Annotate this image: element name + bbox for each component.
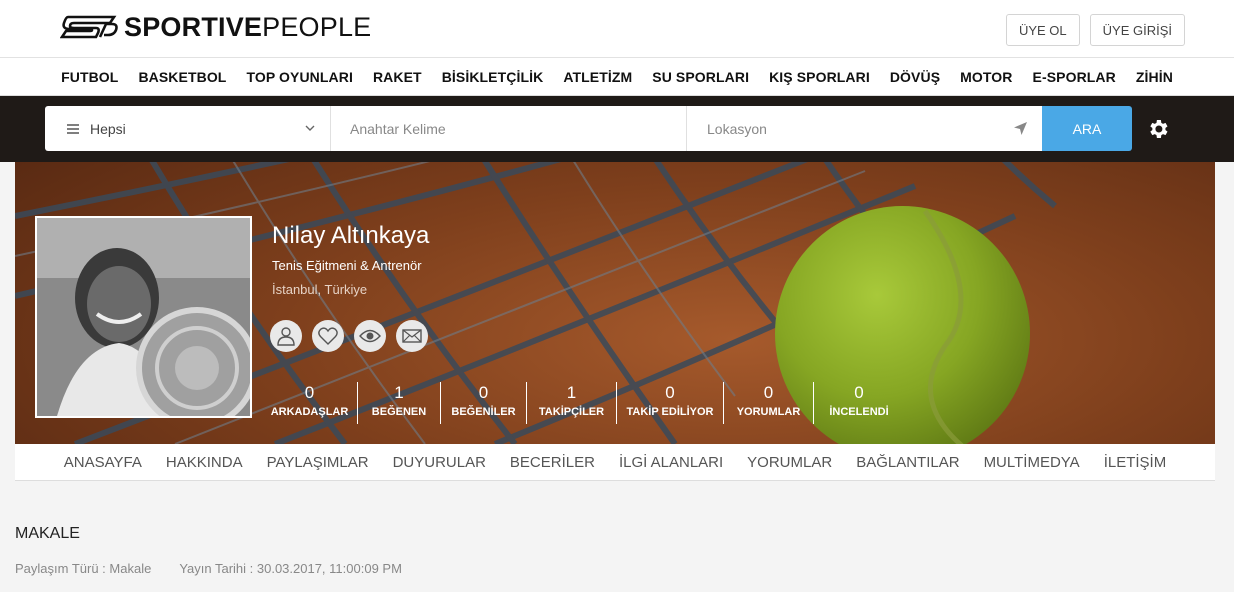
stat-label: BEĞENİLER [451, 406, 516, 418]
user-icon [277, 327, 295, 346]
stat-value: 0 [665, 383, 675, 402]
register-button[interactable]: ÜYE OL [1005, 14, 1080, 46]
envelope-icon [402, 329, 422, 343]
tab-reviews[interactable]: YORUMLAR [747, 454, 832, 471]
stat-label: TAKİP EDİLİYOR [626, 406, 714, 418]
stat-value: 0 [304, 383, 315, 402]
tab-contact[interactable]: İLETİŞİM [1104, 454, 1167, 471]
stat-value: 0 [478, 383, 489, 402]
stat-label: TAKİPÇİLER [538, 406, 605, 418]
category-nav: FUTBOL BASKETBOL TOP OYUNLARI RAKET BİSİ… [0, 58, 1234, 96]
message-button[interactable] [396, 320, 428, 352]
add-friend-button[interactable] [270, 320, 302, 352]
stat-value: 1 [566, 383, 577, 402]
tab-posts[interactable]: PAYLAŞIMLAR [267, 454, 369, 471]
avatar [35, 216, 252, 418]
heart-icon [318, 327, 338, 345]
like-button[interactable] [312, 320, 344, 352]
location-field [687, 106, 1042, 151]
menu-icon [67, 123, 79, 134]
login-button[interactable]: ÜYE GİRİŞİ [1089, 14, 1185, 46]
category-link-kis-sporlari[interactable]: KIŞ SPORLARI [769, 69, 870, 85]
category-link-motor[interactable]: MOTOR [960, 69, 1012, 85]
search-bar: Hepsi ARA [45, 106, 1132, 151]
category-link-bisikletcilik[interactable]: BİSİKLETÇİLİK [442, 69, 544, 85]
stat-following[interactable]: 0 TAKİP EDİLİYOR [617, 382, 724, 424]
stat-label: İNCELENDİ [829, 406, 889, 418]
profile-title: Tenis Eğitmeni & Antrenör [272, 258, 422, 273]
chevron-down-icon [305, 125, 315, 131]
tab-skills[interactable]: BECERİLER [510, 454, 595, 471]
tab-about[interactable]: HAKKINDA [166, 454, 243, 471]
tab-connections[interactable]: BAĞLANTILAR [856, 454, 959, 471]
category-link-atletizm[interactable]: ATLETİZM [563, 69, 632, 85]
section-title: MAKALE [15, 525, 80, 542]
stat-label: YORUMLAR [736, 406, 801, 418]
category-link-zihin[interactable]: ZİHİN [1136, 69, 1173, 85]
category-link-e-sporlar[interactable]: E-SPORLAR [1033, 69, 1116, 85]
category-select-value: Hepsi [90, 120, 126, 137]
follow-button[interactable] [354, 320, 386, 352]
site-wordmark: SPORTIVEPEOPLE [124, 12, 372, 42]
stat-value: 0 [763, 383, 774, 402]
tab-announcements[interactable]: DUYURULAR [393, 454, 486, 471]
share-type: Paylaşım Türü : Makale [15, 561, 152, 576]
eye-icon [359, 329, 381, 343]
stat-viewed[interactable]: 0 İNCELENDİ [814, 382, 904, 424]
stat-followers[interactable]: 1 TAKİPÇİLER [527, 382, 617, 424]
category-link-dovus[interactable]: DÖVÜŞ [890, 69, 940, 85]
stat-value: 1 [394, 383, 404, 402]
category-select[interactable]: Hepsi [45, 106, 331, 151]
profile-location: İstanbul, Türkiye [272, 282, 368, 297]
category-link-basketbol[interactable]: BASKETBOL [138, 69, 226, 85]
stat-value: 0 [854, 383, 864, 402]
profile-name: Nilay Altınkaya [272, 222, 430, 249]
sp-logo-icon [60, 15, 118, 39]
category-link-su-sporlari[interactable]: SU SPORLARI [652, 69, 749, 85]
post-content: MAKALE Paylaşım Türü : Makale Yayın Tari… [15, 481, 1234, 592]
tab-multimedia[interactable]: MULTİMEDYA [984, 454, 1080, 471]
profile-stats: 0 ARKADAŞLAR 1 BEĞENEN 0 BEĞENİLER 1 TAK… [262, 382, 904, 424]
post-meta: Paylaşım Türü : Makale Yayın Tarihi : 30… [15, 561, 402, 576]
site-logo[interactable]: SPORTIVEPEOPLE [60, 12, 371, 42]
profile-actions [270, 320, 428, 352]
publish-date: Yayın Tarihi : 30.03.2017, 11:00:09 PM [179, 561, 402, 576]
location-input[interactable] [687, 106, 1042, 151]
site-header: SPORTIVEPEOPLE ÜYE OL ÜYE GİRİŞİ [0, 0, 1234, 58]
stat-friends[interactable]: 0 ARKADAŞLAR [262, 382, 358, 424]
search-button[interactable]: ARA [1042, 106, 1132, 151]
tab-interests[interactable]: İLGİ ALANLARI [619, 454, 723, 471]
profile-tabs: ANASAYFA HAKKINDA PAYLAŞIMLAR DUYURULAR … [15, 444, 1215, 481]
stat-liked[interactable]: 0 BEĞENİLER [441, 382, 527, 424]
category-link-raket[interactable]: RAKET [373, 69, 422, 85]
stat-comments[interactable]: 0 YORUMLAR [724, 382, 814, 424]
stat-likers[interactable]: 1 BEĞENEN [358, 382, 441, 424]
keyword-input[interactable] [331, 106, 687, 151]
profile-photo-image [37, 218, 250, 416]
gear-icon[interactable] [1146, 117, 1170, 141]
stat-label: BEĞENEN [371, 406, 427, 418]
category-link-top-oyunlari[interactable]: TOP OYUNLARI [246, 69, 352, 85]
location-arrow-icon[interactable] [1013, 121, 1028, 136]
category-link-futbol[interactable]: FUTBOL [61, 69, 118, 85]
stat-label: ARKADAŞLAR [270, 406, 349, 418]
tab-home[interactable]: ANASAYFA [64, 454, 142, 471]
